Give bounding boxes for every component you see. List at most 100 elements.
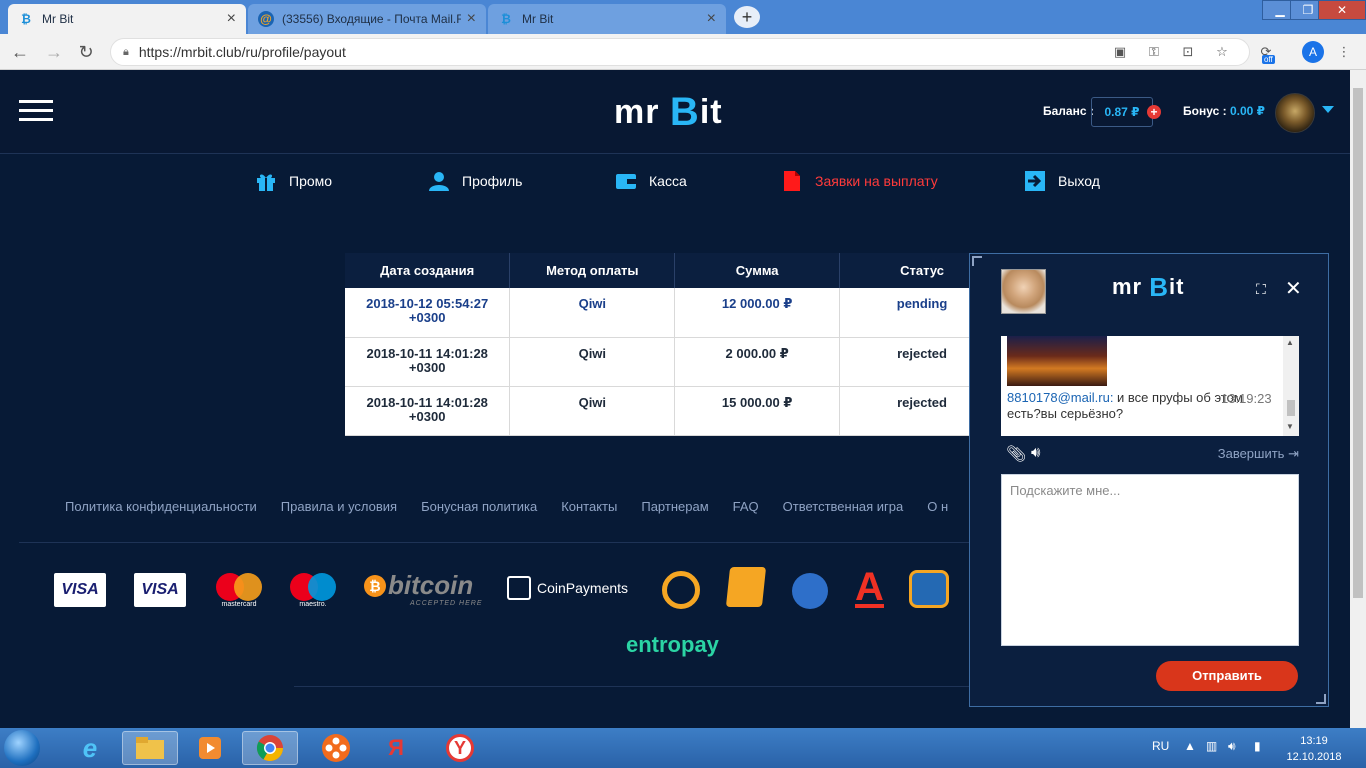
explorer-icon[interactable] xyxy=(122,731,178,765)
close-icon[interactable]: ✕ xyxy=(1285,279,1302,299)
kinopoisk-icon[interactable] xyxy=(308,731,364,765)
scroll-up-icon[interactable]: ▲ xyxy=(1286,338,1294,347)
footer-link-contacts[interactable]: Контакты xyxy=(561,499,617,514)
site-logo[interactable]: mr Bit xyxy=(614,88,723,136)
menu-dots-icon[interactable]: ⋮ xyxy=(1334,42,1354,62)
window-close-button[interactable]: ✕ xyxy=(1318,0,1366,20)
send-button[interactable]: Отправить xyxy=(1156,661,1298,691)
maestro-text: maestro. xyxy=(299,601,327,608)
key-icon[interactable]: ⚿ xyxy=(1144,42,1164,62)
footer-link-terms[interactable]: Правила и условия xyxy=(281,499,397,514)
chat-message-log[interactable]: 8810178@mail.ru: и все пруфы об этом ест… xyxy=(1001,336,1299,436)
footer-divider-bottom xyxy=(294,686,969,687)
windows-taskbar: e Я Y RU ▲ ▥ 🔊︎ ▮ 13:19 12.10.2018 xyxy=(0,728,1366,768)
sound-icon[interactable]: 🔊︎ xyxy=(1031,444,1040,461)
menu-item-profile[interactable]: Профиль xyxy=(428,170,522,192)
volume-icon[interactable]: 🔊︎ xyxy=(1228,739,1236,754)
p2p-logo xyxy=(909,570,949,608)
coinpayments-text: CoinPayments xyxy=(537,580,629,596)
document-icon xyxy=(781,170,803,192)
chat-scrollbar[interactable]: ▲ ▼ xyxy=(1283,336,1299,436)
bookmark-star-icon[interactable]: ☆ xyxy=(1212,42,1232,62)
paperclip-icon[interactable]: 📎︎ xyxy=(1006,444,1026,464)
bitcoin-subtext: ACCEPTED HERE xyxy=(410,600,483,607)
yandex-browser-icon[interactable]: Y xyxy=(432,731,488,765)
yandex-icon[interactable]: Я xyxy=(368,731,424,765)
page-scrollbar[interactable] xyxy=(1350,70,1366,728)
menu-item-payout-requests[interactable]: Заявки на выплату xyxy=(781,170,938,192)
webmoney-logo xyxy=(792,573,828,609)
tz-text: +0300 xyxy=(408,359,446,375)
bonus-label: Бонус : 0.00 ₽ xyxy=(1183,104,1265,118)
back-arrow-icon[interactable]: ← xyxy=(8,40,32,64)
address-toolbar: ← → ↻ 🔒︎ https://mrbit.club/ru/profile/p… xyxy=(0,34,1366,70)
profile-avatar[interactable]: А xyxy=(1302,41,1324,63)
tab-mrbit-1[interactable]: ₿ Mr Bit × xyxy=(8,4,246,34)
language-indicator[interactable]: RU xyxy=(1152,739,1169,753)
forward-arrow-icon[interactable]: → xyxy=(42,40,66,64)
footer-link-faq[interactable]: FAQ xyxy=(733,499,759,514)
url-bar[interactable]: 🔒︎ https://mrbit.club/ru/profile/payout xyxy=(110,38,1250,66)
menu-item-promo[interactable]: Промо xyxy=(255,170,332,192)
reload-icon[interactable]: ↻ xyxy=(74,40,98,64)
chevron-down-icon[interactable] xyxy=(1322,106,1334,113)
yandex-money-logo xyxy=(725,567,767,607)
chat-sender: 8810178@mail.ru: xyxy=(1007,390,1114,405)
tab-close-icon[interactable]: × xyxy=(227,10,236,28)
tab-close-icon[interactable]: × xyxy=(467,10,476,28)
mrbit-favicon-icon: ₿ xyxy=(21,12,31,26)
tab-close-icon[interactable]: × xyxy=(707,10,716,28)
battery-icon[interactable]: ▮ xyxy=(1254,739,1261,753)
footer-link-about[interactable]: О н xyxy=(927,499,948,514)
chat-message-input[interactable] xyxy=(1001,474,1299,646)
tray-up-icon[interactable]: ▲ xyxy=(1184,739,1196,753)
menu-item-cashier[interactable]: Касса xyxy=(615,170,687,192)
start-button[interactable] xyxy=(4,730,40,766)
expand-icon[interactable]: ⛶ xyxy=(1256,282,1270,296)
logout-icon xyxy=(1024,170,1046,192)
chat-scroll-thumb[interactable] xyxy=(1287,400,1295,416)
tab-mail[interactable]: @ (33556) Входящие - Почта Mail.R × xyxy=(248,4,486,34)
balance-value: 0.87 ₽ xyxy=(1091,97,1153,127)
logo-b: B xyxy=(669,89,700,134)
resize-grip-icon[interactable] xyxy=(1316,694,1326,704)
media-player-icon[interactable] xyxy=(182,731,238,765)
menu-item-logout[interactable]: Выход xyxy=(1024,170,1100,192)
coinpayments-wallet-icon xyxy=(507,576,531,600)
logo-prefix: mr xyxy=(614,92,660,131)
footer-divider xyxy=(19,542,969,543)
cell-amount: 15 000.00 ₽ xyxy=(674,386,841,436)
footer-link-partners[interactable]: Партнерам xyxy=(641,499,708,514)
chat-image-attachment[interactable] xyxy=(1007,336,1107,386)
coinpayments-logo: CoinPayments xyxy=(507,576,628,600)
mail-favicon-icon: @ xyxy=(258,11,274,27)
ie-icon[interactable]: e xyxy=(62,731,118,765)
scroll-down-icon[interactable]: ▼ xyxy=(1286,422,1294,431)
scrollbar-thumb[interactable] xyxy=(1353,88,1363,598)
clock[interactable]: 13:19 12.10.2018 xyxy=(1284,733,1344,765)
footer-link-bonus-policy[interactable]: Бонусная политика xyxy=(421,499,537,514)
tab-mrbit-2[interactable]: ₿ Mr Bit × xyxy=(488,4,726,34)
footer-link-responsible-gaming[interactable]: Ответственная игра xyxy=(783,499,904,514)
footer-link-privacy[interactable]: Политика конфиденциальности xyxy=(65,499,257,514)
deposit-plus-icon[interactable]: + xyxy=(1147,105,1161,119)
hamburger-menu-icon[interactable] xyxy=(19,100,55,122)
chrome-icon[interactable] xyxy=(242,731,298,765)
cell-method: Qiwi xyxy=(509,337,676,387)
network-icon[interactable]: ▥ xyxy=(1206,739,1217,753)
resize-corner-icon[interactable] xyxy=(972,256,982,266)
finish-chat-button[interactable]: Завершить ⇥ xyxy=(1218,446,1299,462)
blocked-popup-icon[interactable]: ▣ xyxy=(1110,42,1130,62)
cell-date: 2018-10-11 14:01:28 +0300 xyxy=(345,386,511,436)
logo-suffix: it xyxy=(699,92,723,131)
cell-method: Qiwi xyxy=(509,288,676,338)
mrbit-favicon-icon: ₿ xyxy=(501,12,511,26)
translate-icon[interactable]: ⊡ xyxy=(1178,42,1198,62)
new-tab-button[interactable]: + xyxy=(734,6,760,28)
user-avatar[interactable] xyxy=(1275,93,1315,133)
support-chat-widget: mr Bit ⛶ ✕ 8810178@mail.ru: и все пруфы … xyxy=(969,253,1329,707)
site-header: mr Bit Баланс : 0.87 ₽ + Бонус : 0.00 ₽ xyxy=(0,70,1350,154)
table-row: 2018-10-11 14:01:28 +0300 Qiwi 15 000.00 … xyxy=(345,386,1005,436)
menu-item-label: Выход xyxy=(1058,173,1100,189)
yandex-browser-letter: Y xyxy=(446,734,474,762)
